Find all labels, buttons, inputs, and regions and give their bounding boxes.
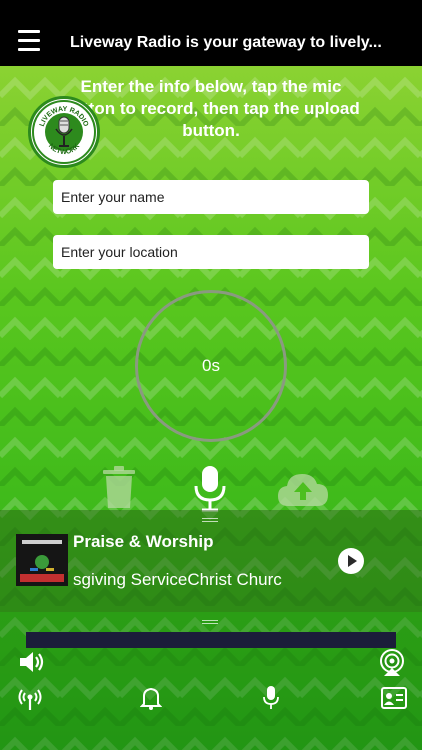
podcast-icon: [18, 689, 42, 710]
now-playing-bar[interactable]: Praise & Worship sgiving ServiceChrist C…: [0, 510, 422, 612]
instructions-text: Enter the info below, tap the mic button…: [62, 77, 360, 140]
progress-bar[interactable]: [26, 632, 396, 648]
drag-handle[interactable]: [202, 518, 218, 524]
cloud-upload-icon: [278, 474, 328, 506]
tab-record[interactable]: [262, 685, 280, 716]
upload-button[interactable]: [276, 470, 330, 510]
volume-button[interactable]: [18, 650, 46, 679]
top-bar: Liveway Radio is your gateway to lively.…: [0, 0, 422, 66]
track-subtitle: sgiving ServiceChrist Churc: [73, 570, 282, 589]
bell-icon: [139, 687, 163, 710]
hamburger-menu-icon[interactable]: [18, 30, 42, 54]
app-title: Liveway Radio is your gateway to lively.…: [70, 34, 382, 51]
delete-button[interactable]: [101, 466, 137, 510]
drag-handle-secondary[interactable]: [202, 620, 218, 626]
tab-podcast[interactable]: [18, 687, 42, 716]
record-mic-button[interactable]: [192, 464, 228, 512]
timer-value: 0s: [202, 356, 220, 375]
contact-card-icon: [381, 687, 407, 709]
location-input[interactable]: [53, 235, 369, 269]
album-art: [16, 534, 68, 586]
volume-icon: [20, 652, 44, 672]
play-button[interactable]: [338, 548, 364, 574]
microphone-icon: [263, 686, 279, 709]
trash-icon: [103, 466, 135, 508]
airplay-button[interactable]: [378, 649, 406, 682]
track-title: Praise & Worship: [73, 532, 214, 551]
play-icon: [348, 555, 357, 567]
main-content: Enter the info below, tap the mic button…: [0, 66, 422, 750]
name-input[interactable]: [53, 180, 369, 214]
tab-contact[interactable]: [381, 687, 407, 714]
recording-timer-ring: 0s: [135, 290, 287, 442]
airplay-icon: [380, 649, 404, 676]
tab-notifications[interactable]: [139, 686, 163, 715]
liveway-radio-logo: LIVEWAY RADIO NETWORK: [28, 96, 100, 168]
microphone-icon: [194, 466, 226, 512]
